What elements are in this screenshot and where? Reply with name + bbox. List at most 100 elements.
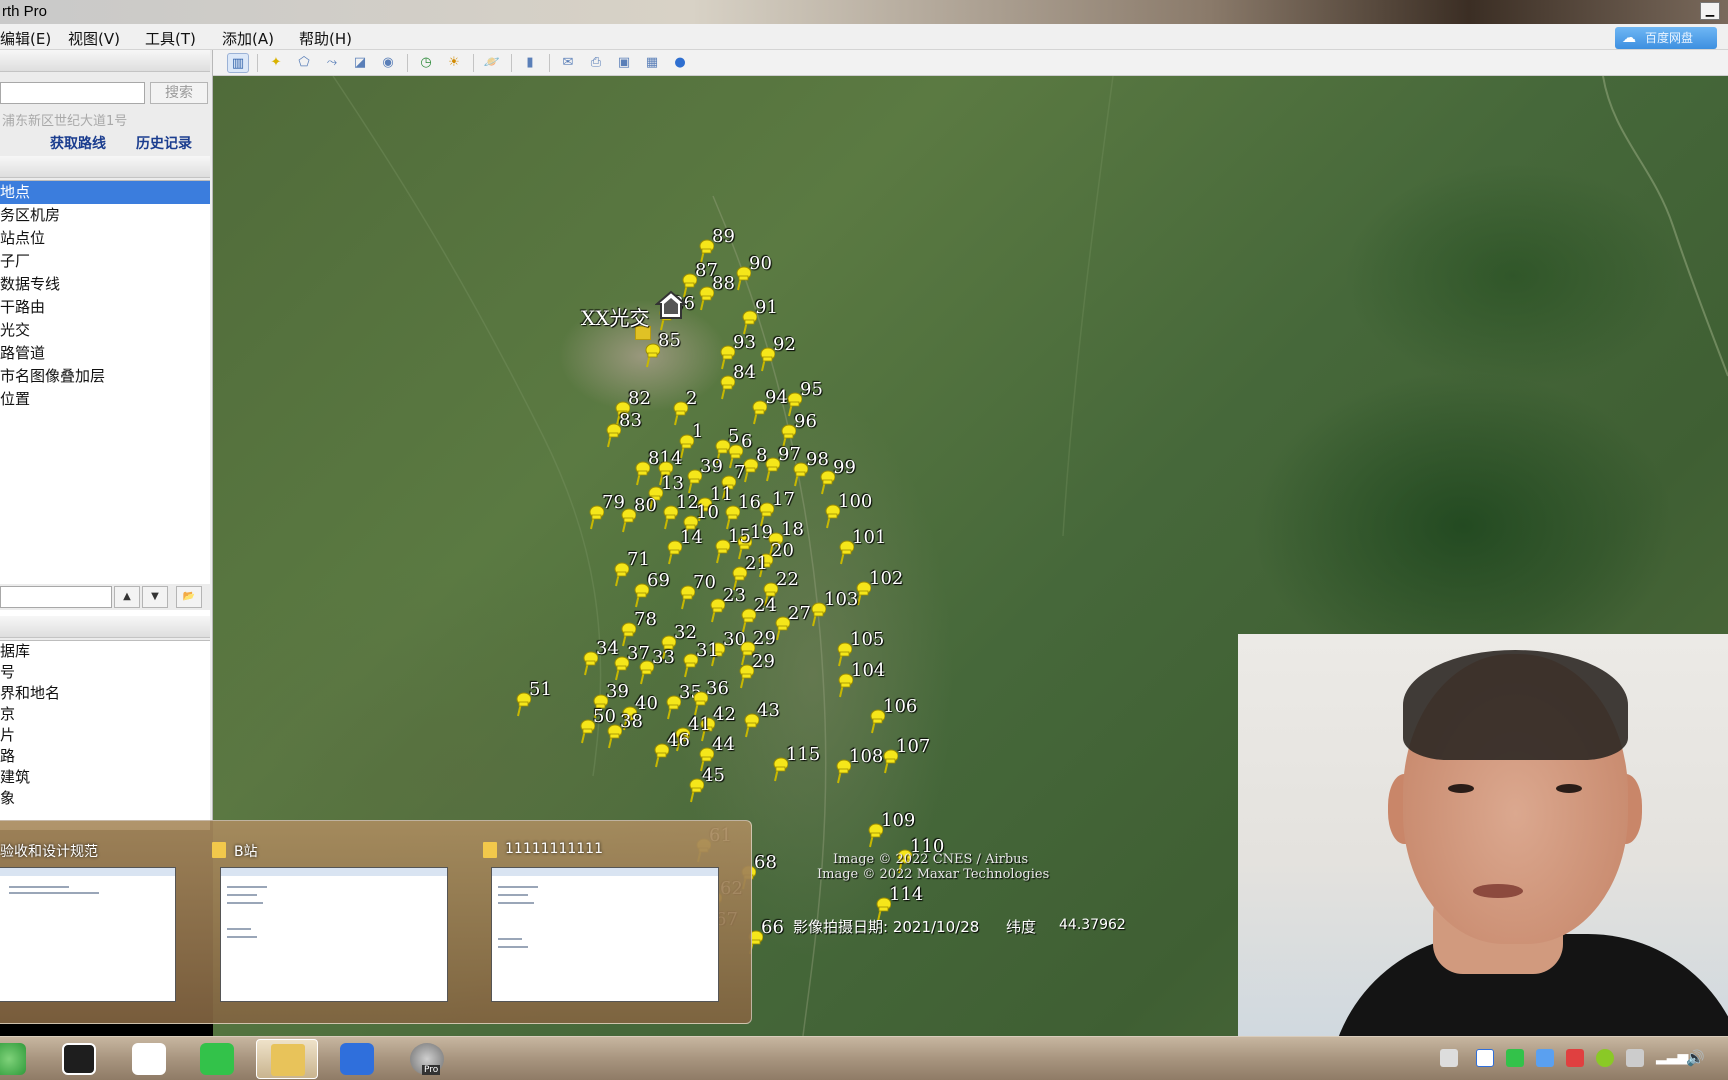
imagery-credit-1: Image © 2022 CNES / Airbus: [833, 852, 1029, 867]
place-item[interactable]: 路管道: [0, 342, 210, 365]
power-tray-icon[interactable]: [1626, 1049, 1644, 1067]
record-tour-icon[interactable]: ◉: [377, 53, 399, 73]
security-tray-icon[interactable]: [1596, 1049, 1614, 1067]
planet-icon[interactable]: 🪐: [481, 53, 503, 73]
network-icon[interactable]: ▂▃▅: [1656, 1049, 1688, 1067]
thumbnail-window[interactable]: [220, 867, 448, 1002]
add-polygon-icon[interactable]: ⬠: [293, 53, 315, 73]
pin-label: 39: [606, 681, 629, 702]
add-overlay-icon[interactable]: ◪: [349, 53, 371, 73]
layers-panel-header: [0, 616, 210, 638]
place-item[interactable]: 地点: [0, 181, 210, 204]
pin-label: 104: [851, 660, 886, 681]
cloud-button-label: 百度网盘: [1645, 31, 1694, 45]
thumbnail-line: [227, 902, 263, 904]
thumbnail-line: [498, 894, 528, 896]
view-in-maps-icon[interactable]: ▦: [641, 53, 663, 73]
latitude-value: 44.37962: [1059, 917, 1126, 933]
history-link[interactable]: 历史记录: [136, 133, 192, 153]
pin-label: 108: [849, 746, 884, 767]
pin-label: 20: [771, 540, 794, 561]
thumbnail-line: [227, 936, 257, 938]
thumbnail-title[interactable]: B站: [234, 841, 258, 861]
folder-icon: [212, 842, 226, 858]
layer-item[interactable]: 号: [0, 662, 210, 683]
menu-view[interactable]: 视图(V): [68, 28, 120, 49]
pin-label: 96: [794, 411, 817, 432]
search-button[interactable]: 搜索: [150, 82, 208, 104]
pin-label: 38: [620, 711, 643, 732]
get-directions-link[interactable]: 获取路线: [50, 133, 106, 153]
move-down-icon[interactable]: ▼: [142, 586, 168, 608]
sunlight-icon[interactable]: ☀: [443, 53, 465, 73]
taskbar-cloud-app[interactable]: [326, 1039, 388, 1079]
wechat-tray-icon[interactable]: [1506, 1049, 1524, 1067]
toolbar-separator: [473, 54, 474, 72]
places-filter-input[interactable]: [0, 586, 112, 608]
home-icon[interactable]: [655, 290, 687, 320]
place-item[interactable]: 市名图像叠加层: [0, 365, 210, 388]
layer-item[interactable]: 京: [0, 704, 210, 725]
recording-tray-icon[interactable]: [1566, 1049, 1584, 1067]
pin-label: 4: [671, 448, 683, 469]
pin-label: 44: [712, 734, 735, 755]
taskbar-browser[interactable]: [0, 1039, 40, 1079]
place-item[interactable]: 位置: [0, 388, 210, 411]
move-up-icon[interactable]: ▲: [114, 586, 140, 608]
video-camera-icon: [62, 1043, 96, 1075]
layer-item[interactable]: 象: [0, 788, 210, 809]
search-input[interactable]: [0, 82, 145, 104]
thumbnail-window[interactable]: [0, 867, 176, 1002]
taskbar-video-meeting[interactable]: [48, 1039, 110, 1079]
pin-label: 85: [658, 330, 681, 351]
thumbnail-window[interactable]: [491, 867, 719, 1002]
minimize-button[interactable]: ▁: [1700, 2, 1720, 20]
pin-label: 17: [772, 489, 795, 510]
place-item[interactable]: 务区机房: [0, 204, 210, 227]
menu-bar: 编辑(E) 视图(V) 工具(T) 添加(A) 帮助(H) ☁ 百度网盘: [0, 24, 1728, 50]
volume-icon[interactable]: 🔊: [1686, 1049, 1705, 1067]
pin-label: 69: [647, 570, 670, 591]
search-hint: 浦东新区世纪大道1号: [2, 114, 128, 129]
sidebar-toggle-icon[interactable]: ▥: [227, 53, 249, 73]
menu-edit[interactable]: 编辑(E): [0, 28, 51, 49]
pin-label: 14: [680, 527, 703, 548]
taskbar-google-earth[interactable]: Pro: [396, 1039, 458, 1079]
layer-item[interactable]: 建筑: [0, 767, 210, 788]
keyboard-icon[interactable]: [1440, 1049, 1458, 1067]
menu-add[interactable]: 添加(A): [222, 28, 274, 49]
taskbar-file-explorer[interactable]: [256, 1039, 318, 1079]
thumbnail-title[interactable]: 11111111111: [505, 841, 603, 857]
add-path-icon[interactable]: ⤳: [321, 53, 343, 73]
thumbnail-title[interactable]: 验收和设计规范: [0, 841, 98, 861]
taskbar-wechat[interactable]: [186, 1039, 248, 1079]
layer-item[interactable]: 据库: [0, 641, 210, 662]
layer-item[interactable]: 片: [0, 725, 210, 746]
cloud-tray-icon[interactable]: [1476, 1049, 1494, 1067]
pin-label: 94: [765, 387, 788, 408]
place-item[interactable]: 光交: [0, 319, 210, 342]
print-icon[interactable]: ⎙: [585, 53, 607, 73]
email-icon[interactable]: ✉: [557, 53, 579, 73]
layer-item[interactable]: 路: [0, 746, 210, 767]
ruler-icon[interactable]: ▮: [519, 53, 541, 73]
place-item[interactable]: 干路由: [0, 296, 210, 319]
place-item[interactable]: 站点位: [0, 227, 210, 250]
place-item[interactable]: 数据专线: [0, 273, 210, 296]
cloud-icon: ☁: [1622, 30, 1636, 46]
folder-icon[interactable]: 📂: [176, 586, 202, 608]
taskbar-baidu-netdisk[interactable]: [118, 1039, 180, 1079]
pin-label: 82: [628, 388, 651, 409]
menu-help[interactable]: 帮助(H): [299, 28, 352, 49]
add-placemark-icon[interactable]: ✦: [265, 53, 287, 73]
layer-item[interactable]: 界和地名: [0, 683, 210, 704]
netdisk-tray-icon[interactable]: [1536, 1049, 1554, 1067]
toolbar-separator: [257, 54, 258, 72]
place-item[interactable]: 子厂: [0, 250, 210, 273]
baidu-cloud-button[interactable]: ☁ 百度网盘: [1615, 27, 1717, 49]
save-image-icon[interactable]: ▣: [613, 53, 635, 73]
historical-imagery-icon[interactable]: ◷: [415, 53, 437, 73]
menu-tools[interactable]: 工具(T): [145, 28, 196, 49]
globe-icon[interactable]: ●: [669, 53, 691, 73]
pin-label: 114: [889, 884, 924, 905]
